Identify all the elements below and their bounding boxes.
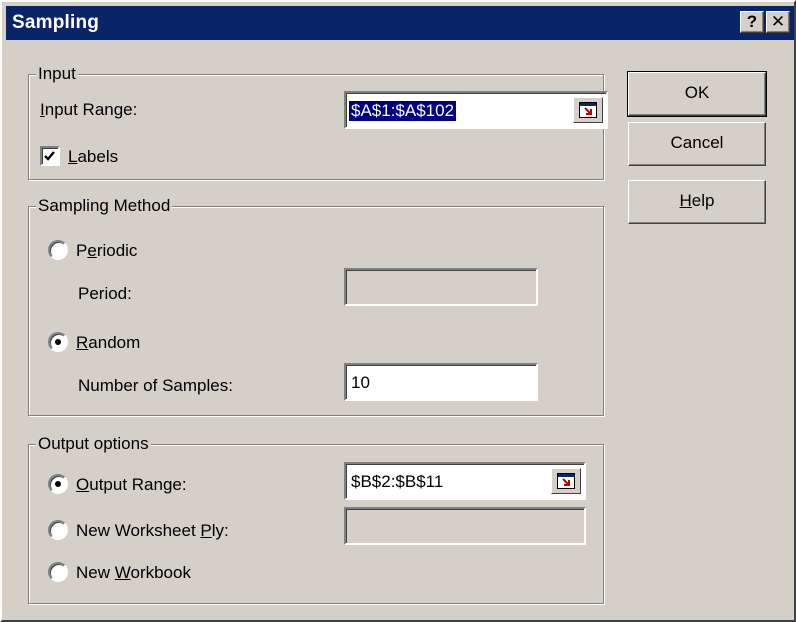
help-button[interactable]: Help [628, 180, 766, 224]
cancel-button[interactable]: Cancel [628, 122, 766, 166]
periodic-radio[interactable] [48, 240, 68, 260]
checkmark-icon [44, 151, 55, 161]
output-range-value: $B$2:$B$11 [351, 472, 444, 491]
collapse-dialog-icon[interactable] [551, 468, 581, 494]
periodic-radio-label[interactable]: Periodic [76, 241, 137, 261]
ok-button[interactable]: OK [627, 71, 767, 117]
dialog-title: Sampling [12, 12, 100, 33]
new-worksheet-ply-label[interactable]: New Worksheet Ply: [76, 521, 229, 541]
sampling-method-group: Sampling Method Periodic Period: Random … [28, 196, 604, 416]
labels-checkbox-label[interactable]: Labels [68, 147, 118, 167]
output-range-field[interactable]: $B$2:$B$11 [344, 462, 586, 500]
number-of-samples-field[interactable]: 10 [344, 363, 538, 401]
number-of-samples-label: Number of Samples: [78, 376, 233, 395]
input-group-legend: Input [36, 64, 78, 84]
input-range-field[interactable]: $A$1:$A$102 [344, 91, 608, 129]
new-worksheet-ply-field[interactable] [344, 507, 586, 545]
random-radio-label[interactable]: Random [76, 333, 140, 353]
number-of-samples-value: 10 [351, 373, 370, 392]
help-question-icon[interactable]: ? [740, 11, 764, 33]
period-field[interactable] [344, 268, 538, 306]
sampling-dialog: Sampling ? ✕ Input Input Range: $A$1:$A$… [0, 0, 796, 622]
random-radio[interactable] [48, 332, 68, 352]
input-group: Input Input Range: $A$1:$A$102 Labels [28, 64, 608, 180]
input-range-value: $A$1:$A$102 [349, 101, 457, 121]
new-workbook-radio[interactable] [48, 562, 68, 582]
input-range-label: Input Range: [40, 100, 138, 119]
output-range-radio[interactable] [48, 474, 68, 494]
period-label: Period: [78, 284, 132, 303]
close-icon[interactable]: ✕ [766, 11, 790, 33]
sampling-method-legend: Sampling Method [36, 196, 173, 216]
new-worksheet-ply-radio[interactable] [48, 520, 68, 540]
labels-checkbox[interactable] [40, 146, 60, 166]
collapse-dialog-icon[interactable] [573, 97, 603, 123]
title-bar[interactable]: Sampling ? ✕ [6, 6, 794, 40]
output-options-group: Output options Output Range: $B$2:$B$11 … [28, 434, 604, 604]
new-workbook-label[interactable]: New Workbook [76, 563, 191, 583]
output-options-legend: Output options [36, 434, 151, 454]
output-range-radio-label[interactable]: Output Range: [76, 475, 187, 495]
